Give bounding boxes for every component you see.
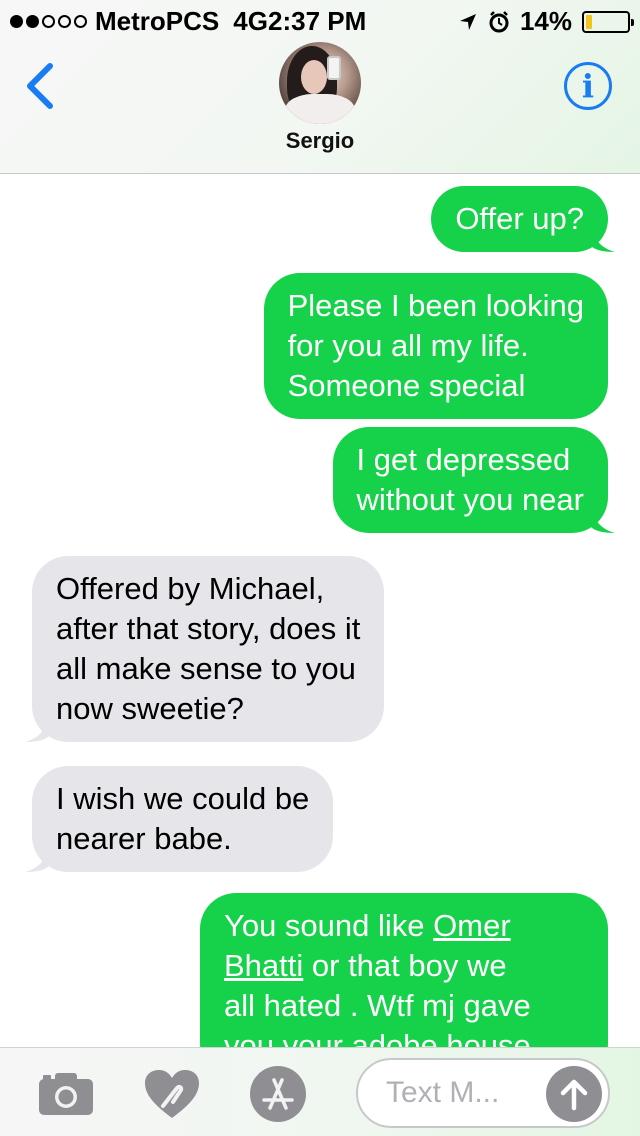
message-text-field[interactable]: Text M... bbox=[356, 1058, 610, 1128]
camera-icon bbox=[39, 1073, 93, 1115]
message-text: all hated . Wtf mj gave bbox=[224, 988, 531, 1023]
message-text: all make sense to you bbox=[56, 651, 356, 686]
message-placeholder: Text M... bbox=[386, 1076, 500, 1109]
message-bubble-outgoing[interactable]: Offer up? bbox=[431, 186, 615, 252]
message-text: Someone special bbox=[287, 368, 526, 403]
chevron-left-icon bbox=[27, 63, 53, 109]
message-bubble-outgoing[interactable]: I get depressed without you near bbox=[332, 427, 615, 533]
message-text: Offer up? bbox=[455, 201, 584, 236]
contact-link[interactable]: Bhatti bbox=[224, 948, 303, 983]
location-arrow-icon bbox=[459, 13, 476, 30]
network-type: 4G bbox=[233, 6, 268, 36]
message-text: Bhatti or that boy we bbox=[224, 948, 507, 983]
battery-icon bbox=[582, 10, 634, 33]
message-text: I get depressed bbox=[356, 442, 571, 477]
message-text: for you all my life. bbox=[287, 328, 529, 363]
message-text: Please I been looking bbox=[287, 288, 584, 323]
heart-touch-icon bbox=[145, 1070, 199, 1118]
message-bubble-outgoing[interactable]: You sound like Omer Bhatti or that boy w… bbox=[200, 893, 608, 1047]
back-button[interactable] bbox=[20, 62, 60, 110]
send-button[interactable] bbox=[546, 1066, 602, 1122]
message-bubble-incoming[interactable]: I wish we could be nearer babe. bbox=[25, 766, 334, 872]
camera-button[interactable] bbox=[36, 1064, 96, 1124]
battery-percent: 14% bbox=[519, 6, 572, 36]
message-input-bar: Text M... bbox=[0, 1047, 640, 1136]
status-time: 2:37 PM bbox=[268, 6, 367, 36]
app-store-button[interactable] bbox=[248, 1064, 308, 1124]
message-text: I wish we could be bbox=[56, 781, 310, 816]
digital-touch-button[interactable] bbox=[142, 1064, 202, 1124]
info-button[interactable]: i bbox=[564, 62, 612, 110]
message-text: nearer babe. bbox=[56, 821, 232, 856]
contact-link[interactable]: Omer bbox=[433, 908, 511, 943]
message-text: You sound like Omer bbox=[224, 908, 511, 943]
arrow-up-icon bbox=[560, 1079, 588, 1111]
contact-avatar[interactable] bbox=[279, 42, 361, 124]
info-icon: i bbox=[581, 67, 595, 105]
alarm-clock-icon bbox=[489, 10, 509, 32]
message-text: after that story, does it bbox=[56, 611, 361, 646]
carrier-name: MetroPCS bbox=[95, 6, 220, 36]
app-store-icon bbox=[250, 1066, 306, 1122]
message-text: now sweetie? bbox=[56, 691, 244, 726]
message-text: you your adobe house bbox=[224, 1028, 531, 1047]
signal-strength-icon bbox=[10, 15, 87, 28]
message-bubble-incoming[interactable]: Offered by Michael, after that story, do… bbox=[25, 556, 385, 742]
contact-name[interactable]: Sergio bbox=[0, 128, 640, 154]
status-bar: MetroPCS 4G 2:37 PM 14% bbox=[0, 0, 640, 40]
message-text: Offered by Michael, bbox=[56, 571, 325, 606]
message-bubble-outgoing[interactable]: Please I been looking for you all my lif… bbox=[263, 273, 608, 419]
message-thread[interactable]: Offer up? Please I been looking for you … bbox=[0, 175, 640, 1047]
message-text: without you near bbox=[356, 482, 584, 517]
